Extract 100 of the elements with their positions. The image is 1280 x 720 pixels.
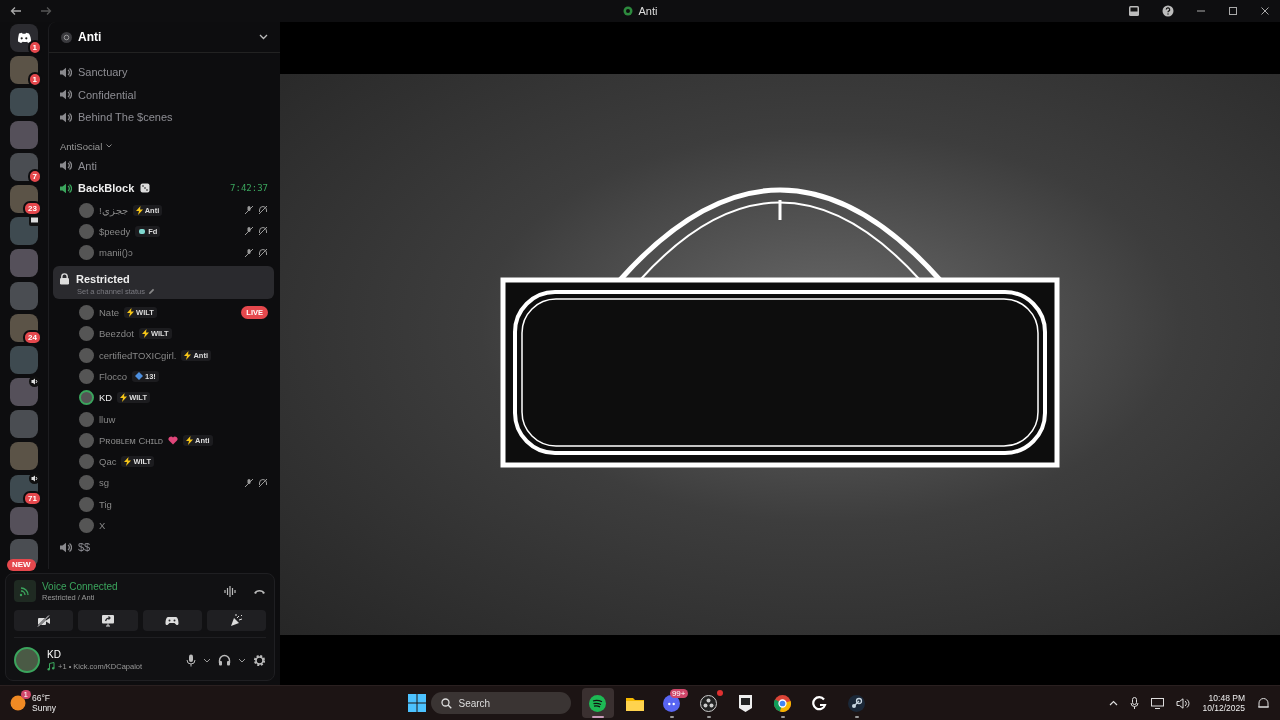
lightning-icon [120,393,128,403]
call-timer: 7:42:37 [230,183,268,194]
user-name: X [99,520,106,531]
server-name: Anti [78,30,103,44]
user-name: $peedy [99,225,131,237]
deafened-headphones-icon [258,205,268,216]
server-icon[interactable] [10,217,38,246]
server-header[interactable]: Anti [49,22,280,53]
deafened-headphones-icon [258,226,268,237]
voice-channel[interactable]: Confidential [53,83,274,106]
user-name: Pʀᴏʙʟᴇᴍ Cʜɪʟᴅ [99,434,164,446]
waveform-icon[interactable] [224,585,237,597]
notification-badge: 99+ [669,689,688,698]
user-name: Qac [99,456,117,468]
screen-share-icon [100,614,115,627]
lightning-icon [135,205,143,215]
lightning-icon [184,350,192,360]
notification-bell-icon[interactable] [1257,696,1270,710]
voice-status: Voice Connected [42,580,119,592]
voice-action-button[interactable] [206,610,266,631]
voice-channel[interactable]: Behind The $cenes [53,106,274,129]
voice-channel[interactable]: Anti [53,154,274,177]
taskbar-app[interactable]: 99+ [655,688,688,718]
channel-name: Behind The $cenes [78,111,173,124]
window-title: Anti [638,5,658,17]
voice-channel[interactable]: $$ [53,536,274,559]
clock[interactable]: 10:48 PM 10/12/2025 [1202,693,1245,713]
channel-name: Restricted [76,272,130,285]
user-name: !ججزي [99,204,128,216]
settings-icon[interactable] [253,653,266,667]
steam-icon [848,694,865,712]
game-controller-icon [165,615,180,626]
volume-icon[interactable] [1176,697,1191,709]
voice-action-button[interactable] [14,610,74,631]
circle-app-icon [700,694,717,712]
network-icon[interactable] [1151,697,1165,709]
muted-mic-icon [244,247,254,258]
inbox-icon[interactable] [1128,5,1140,17]
user-name: Tig [99,498,112,510]
voice-user[interactable]: sg [53,472,274,494]
microphone-icon[interactable] [186,653,196,667]
voice-channel[interactable]: Sanctuary [53,61,274,84]
user-name: manii()ɔ [99,247,133,259]
folder-icon [625,695,644,711]
chevron-up-icon[interactable] [1109,700,1119,706]
temperature: 66°F [32,693,52,703]
pencil-icon [147,287,155,295]
user-name: lluw [99,413,116,425]
hand-icon [138,227,147,236]
hang-up-icon[interactable] [253,587,266,595]
music-note-icon [47,662,55,671]
voice-user[interactable]: X [53,514,274,537]
signal-icon [14,580,36,602]
category-header[interactable]: AntiSocial [53,128,274,155]
new-badge: NEW [7,559,36,571]
voice-channel[interactable]: BackBlock 7:42:37 [53,177,274,200]
voice-action-button[interactable] [142,610,202,631]
shield-logo-icon [738,694,753,712]
chevron-down-icon[interactable] [259,34,268,40]
server-icon [622,6,633,16]
discord-icon [663,694,680,712]
lightning-icon [186,435,194,445]
rocket-icon [229,613,244,628]
boost-icon [61,31,72,43]
lightning-icon [127,308,135,318]
headphones-icon[interactable] [218,654,231,666]
voice-action-button[interactable] [78,610,138,631]
maximize-icon[interactable] [1228,6,1238,16]
back-arrow-icon[interactable] [10,6,22,16]
lightning-icon [141,329,149,339]
voice-user[interactable]: Tig [53,493,274,515]
muted-mic-icon [244,205,254,216]
server-icon[interactable] [10,184,38,213]
search-field[interactable]: Search [430,692,571,714]
deafened-headphones-icon [258,247,268,258]
lightning-icon [124,457,132,467]
close-icon[interactable] [1260,6,1270,16]
chevron-down-icon[interactable] [203,657,211,663]
muted-mic-icon [244,477,254,488]
discord-home-button[interactable] [10,24,38,52]
voice-user[interactable]: manii()ɔ [53,242,274,264]
channel-name: Anti [78,159,97,172]
chevron-down-icon[interactable] [238,657,246,663]
help-icon[interactable] [1162,5,1174,17]
taskbar-app[interactable] [581,688,614,718]
microphone-icon[interactable] [1130,697,1140,709]
server-icon[interactable] [10,313,38,342]
channel-name: BackBlock [78,182,135,195]
chrome-icon [774,694,791,712]
channel-name: $$ [78,541,91,554]
deafened-headphones-icon [258,477,268,488]
user-name: sg [99,477,110,489]
user-avatar[interactable] [14,647,40,673]
voice-user[interactable]: lluw [53,408,274,430]
start-button[interactable] [407,694,426,712]
notification-badge: 1 [20,690,31,699]
channel-name: Sanctuary [78,66,128,79]
user-name: KD [99,392,113,404]
chevron-down-icon [106,144,113,148]
muted-mic-icon [244,226,254,237]
